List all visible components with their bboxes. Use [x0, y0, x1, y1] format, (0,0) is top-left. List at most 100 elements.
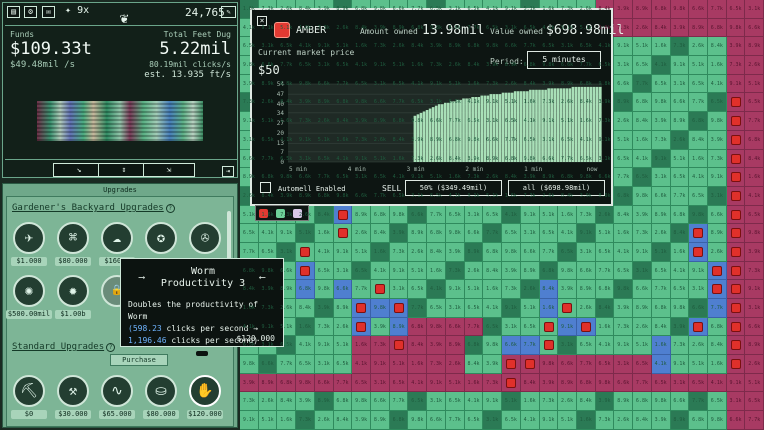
grid-cell[interactable]: 3.1k	[502, 317, 521, 337]
grid-cell[interactable]: 9.8k	[296, 373, 315, 393]
grid-cell[interactable]: 9.1k	[614, 37, 634, 57]
grid-cell[interactable]: 3.9k	[614, 0, 634, 19]
grid-cell[interactable]: 6.5k	[745, 205, 764, 225]
grid-cell[interactable]	[726, 355, 746, 374]
grid-cell[interactable]: 8.4k	[314, 205, 334, 225]
grid-cell[interactable]: 6.5k	[427, 299, 446, 318]
grid-cell[interactable]	[726, 317, 746, 337]
grid-cell[interactable]: 9.1k	[445, 280, 465, 299]
grid-cell[interactable]: 3.9k	[445, 242, 465, 262]
grid-cell[interactable]: 3.1k	[445, 299, 465, 318]
grid-cell[interactable]: 8.4k	[633, 112, 652, 131]
grid-cell[interactable]: 7.3k	[539, 392, 559, 412]
grid-cell[interactable]: 9.8k	[670, 0, 690, 19]
grid-cell[interactable]: 9.8k	[595, 373, 615, 393]
grid-cell[interactable]: 4.1k	[651, 56, 671, 75]
grid-cell[interactable]: 3.1k	[576, 242, 596, 262]
grid-cell[interactable]: 6.6k	[726, 411, 746, 430]
grid-cell[interactable]: 6.6k	[745, 317, 764, 337]
grid-cell[interactable]: 6.6k	[520, 242, 540, 262]
grid-cell[interactable]: 6.6k	[314, 373, 334, 393]
grid-cell[interactable]	[371, 280, 390, 299]
grid-cell[interactable]: 6.5k	[408, 392, 428, 412]
grid-cell[interactable]: 8.9k	[633, 0, 652, 19]
grid-cell[interactable]	[558, 299, 577, 318]
grid-cell[interactable]: 6.8k	[296, 280, 315, 299]
grid-cell[interactable]: 7.3k	[614, 317, 634, 337]
grid-cell[interactable]	[296, 261, 315, 281]
grid-cell[interactable]: 7.7k	[707, 0, 727, 19]
grid-cell[interactable]: 4.1k	[689, 168, 708, 187]
grid-cell[interactable]: 6.5k	[445, 392, 465, 412]
grid-cell[interactable]: 9.8k	[707, 411, 727, 430]
grid-cell[interactable]: 7.3k	[502, 280, 521, 299]
grid-cell[interactable]: 6.6k	[614, 373, 634, 393]
grid-cell[interactable]: 8.4k	[464, 355, 484, 374]
grid-cell[interactable]: 2.6k	[314, 411, 334, 430]
grid-cell[interactable]: 1.6k	[520, 392, 540, 412]
grid-cell[interactable]: 4.1k	[614, 242, 634, 262]
upgrade-worm[interactable]: ∿	[101, 375, 133, 407]
grid-cell[interactable]: 7.3k	[427, 355, 446, 374]
grid-cell[interactable]	[520, 355, 540, 374]
grid-cell[interactable]: 3.9k	[483, 355, 503, 374]
grid-cell[interactable]	[539, 317, 559, 337]
grid-cell[interactable]: 1.6k	[633, 130, 652, 150]
grid-cell[interactable]: 9.1k	[576, 224, 596, 243]
grid-cell[interactable]: 8.9k	[745, 37, 764, 57]
grid-cell[interactable]: 3.9k	[371, 317, 390, 337]
grid-cell[interactable]: 6.6k	[558, 355, 577, 374]
grid-cell[interactable]: 9.8k	[314, 280, 334, 299]
grid-cell[interactable]: 7.7k	[651, 280, 671, 299]
grid-cell[interactable]: 5.1k	[670, 149, 690, 169]
grid-cell[interactable]: 3.1k	[670, 373, 690, 393]
grid-cell[interactable]: 3.1k	[520, 224, 540, 243]
grid-cell[interactable]: 8.9k	[670, 411, 690, 430]
grid-cell[interactable]: 3.1k	[333, 261, 353, 281]
grid-cell[interactable]: 8.9k	[445, 336, 465, 356]
grid-cell[interactable]: 8.4k	[670, 224, 690, 243]
grid-cell[interactable]: 6.5k	[464, 299, 484, 318]
save-icon[interactable]: ▤	[7, 6, 20, 18]
grid-cell[interactable]: 8.4k	[539, 280, 559, 299]
grid-cell[interactable]: 8.4k	[483, 261, 503, 281]
grid-cell[interactable]: 7.7k	[445, 411, 465, 430]
grid-cell[interactable]	[726, 261, 746, 281]
grid-cell[interactable]: 7.7k	[614, 168, 634, 187]
grid-cell[interactable]: 8.9k	[371, 411, 390, 430]
grid-cell[interactable]: 6.5k	[240, 224, 259, 243]
grid-cell[interactable]: 6.5k	[670, 168, 690, 187]
grid-cell[interactable]: 6.5k	[595, 355, 615, 374]
grid-cell[interactable]: 6.8k	[707, 317, 727, 337]
grid-cell[interactable]: 6.6k	[614, 74, 634, 94]
grid-cell[interactable]: 6.5k	[726, 0, 746, 19]
grid-cell[interactable]: 3.9k	[240, 373, 259, 393]
grid-cell[interactable]: 4.1k	[427, 280, 446, 299]
grid-cell[interactable]: 9.1k	[614, 336, 634, 356]
grid-cell[interactable]: 5.1k	[389, 355, 409, 374]
grid-cell[interactable]	[389, 299, 409, 318]
grid-cell[interactable]: 1.6k	[427, 261, 446, 281]
grid-cell[interactable]: 9.1k	[520, 205, 540, 225]
grid-cell[interactable]: 6.6k	[371, 392, 390, 412]
grid-cell[interactable]: 9.8k	[427, 317, 446, 337]
purchase-all-button[interactable]: Purchase	[110, 354, 168, 366]
grid-cell[interactable]: 9.1k	[389, 261, 409, 281]
grid-cell[interactable]: 9.8k	[614, 280, 634, 299]
grid-cell[interactable]: 8.9k	[558, 373, 577, 393]
grid-cell[interactable]: 6.5k	[483, 205, 503, 225]
grid-cell[interactable]: 8.9k	[689, 18, 708, 38]
grid-cell[interactable]: 3.9k	[670, 18, 690, 38]
grid-cell[interactable]: 4.1k	[502, 205, 521, 225]
grid-cell[interactable]: 6.5k	[651, 373, 671, 393]
grid-cell[interactable]: 6.8k	[576, 373, 596, 393]
grid-cell[interactable]: 6.8k	[277, 373, 297, 393]
grid-cell[interactable]: 7.7k	[520, 336, 540, 356]
grid-cell[interactable]: 8.9k	[614, 93, 634, 113]
upgrade-gear[interactable]: ✺	[13, 275, 45, 307]
grid-cell[interactable]: 2.6k	[670, 130, 690, 150]
grid-cell[interactable]: 3.1k	[689, 280, 708, 299]
grid-cell[interactable]: 3.1k	[371, 373, 390, 393]
grid-cell[interactable]: 6.6k	[258, 355, 278, 374]
grid-cell[interactable]: 9.1k	[726, 74, 746, 94]
